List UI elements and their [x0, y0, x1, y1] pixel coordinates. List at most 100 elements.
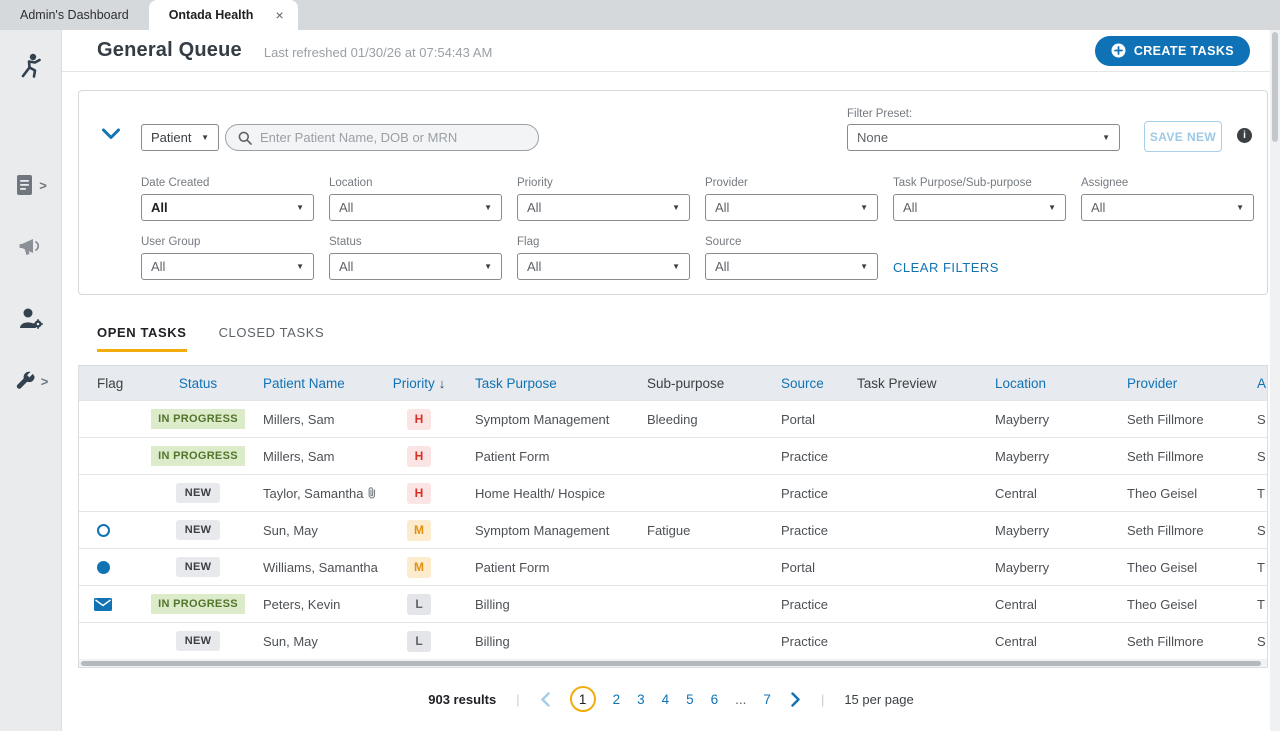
table-row[interactable]: IN PROGRESS Peters, Kevin L Billing Prac…: [79, 585, 1268, 622]
info-icon[interactable]: i: [1237, 128, 1252, 143]
patient-cell: Peters, Kevin: [245, 597, 381, 612]
table-row[interactable]: NEW Williams, Samantha M Patient Form Po…: [79, 548, 1268, 585]
sidebar-item-tools[interactable]: >: [0, 370, 62, 393]
filter-label: Provider: [705, 177, 878, 189]
filter-value: All: [715, 259, 729, 274]
user-group-dropdown[interactable]: All ▼: [141, 253, 314, 280]
priority-cell: L: [381, 631, 457, 652]
caret-down-icon: ▼: [664, 262, 680, 271]
tab-open-tasks[interactable]: OPEN TASKS: [97, 325, 187, 352]
source-dropdown[interactable]: All ▼: [705, 253, 878, 280]
page-button[interactable]: 2: [613, 692, 621, 707]
table-row[interactable]: IN PROGRESS Millers, Sam H Symptom Manag…: [79, 400, 1268, 437]
vertical-scrollbar-thumb[interactable]: [1272, 32, 1278, 142]
next-page-chevron-right-icon[interactable]: [791, 692, 801, 707]
page-list: 1 2 3 4 5 6 ... 7: [570, 686, 771, 712]
priority-badge: H: [407, 483, 431, 504]
col-location[interactable]: Location: [977, 376, 1109, 391]
filter-preset-dropdown[interactable]: None ▼: [847, 124, 1120, 151]
flag-cell: [79, 561, 151, 574]
page-button[interactable]: 5: [686, 692, 694, 707]
location-cell: Central: [977, 634, 1109, 649]
filter-value: All: [339, 259, 353, 274]
date-created-dropdown[interactable]: All ▼: [141, 194, 314, 221]
tab-label: Ontada Health: [169, 8, 254, 22]
flag-open-circle-icon[interactable]: [97, 524, 110, 537]
tab-ontada-health[interactable]: Ontada Health ×: [149, 0, 298, 30]
purpose-cell: Patient Form: [457, 560, 629, 575]
tools-icon: [14, 370, 37, 393]
browser-tabbar: Admin's Dashboard Ontada Health ×: [0, 0, 1280, 30]
priority-badge: M: [407, 557, 431, 578]
col-priority[interactable]: Priority ↓: [381, 376, 457, 391]
status-cell: NEW: [151, 631, 245, 651]
search-type-dropdown[interactable]: Patient ▼: [141, 124, 219, 151]
assignee-cell: T: [1239, 597, 1268, 612]
provider-dropdown[interactable]: All ▼: [705, 194, 878, 221]
page-button[interactable]: 3: [637, 692, 645, 707]
create-tasks-button[interactable]: CREATE TASKS: [1095, 36, 1250, 66]
provider-cell: Theo Geisel: [1109, 597, 1239, 612]
filter-label: Date Created: [141, 177, 314, 189]
flag-dropdown[interactable]: All ▼: [517, 253, 690, 280]
sidebar-item-patient-queue[interactable]: [0, 52, 62, 78]
table-row[interactable]: NEW Sun, May M Symptom Management Fatigu…: [79, 511, 1268, 548]
col-assignee[interactable]: A: [1239, 376, 1268, 391]
patient-search: [225, 124, 539, 151]
page-button[interactable]: 4: [662, 692, 670, 707]
location-cell: Mayberry: [977, 560, 1109, 575]
clear-filters-link[interactable]: CLEAR FILTERS: [893, 260, 999, 275]
provider-cell: Seth Fillmore: [1109, 449, 1239, 464]
save-new-button[interactable]: SAVE NEW: [1144, 121, 1222, 152]
filter-user-group: User Group All ▼: [141, 236, 314, 280]
chevron-right-icon: >: [41, 374, 49, 389]
filter-value: All: [527, 200, 541, 215]
col-patient-name[interactable]: Patient Name: [245, 376, 381, 391]
location-dropdown[interactable]: All ▼: [329, 194, 502, 221]
priority-cell: H: [381, 409, 457, 430]
table-row[interactable]: NEW Sun, May L Billing Practice Central …: [79, 622, 1268, 659]
last-refreshed-text: Last refreshed 01/30/26 at 07:54:43 AM: [264, 45, 492, 60]
patient-cell: Taylor, Samantha: [245, 486, 381, 501]
page-button[interactable]: 7: [763, 692, 771, 707]
patient-search-input[interactable]: [260, 130, 526, 145]
col-status[interactable]: Status: [151, 376, 245, 391]
table-row[interactable]: NEW Taylor, Samantha H Home Health/ Hosp…: [79, 474, 1268, 511]
collapse-filters-chevron-down-icon[interactable]: [101, 127, 121, 145]
vertical-scrollbar[interactable]: [1270, 30, 1280, 731]
flag-filled-circle-icon[interactable]: [97, 561, 110, 574]
horizontal-scrollbar[interactable]: [79, 659, 1267, 667]
page-button[interactable]: 1: [570, 686, 596, 712]
col-provider[interactable]: Provider: [1109, 376, 1239, 391]
source-cell: Practice: [763, 634, 839, 649]
tab-admins-dashboard[interactable]: Admin's Dashboard: [0, 0, 149, 30]
tab-closed-tasks[interactable]: CLOSED TASKS: [219, 325, 325, 352]
status-cell: IN PROGRESS: [151, 446, 245, 466]
col-source[interactable]: Source: [763, 376, 839, 391]
horizontal-scrollbar-thumb[interactable]: [81, 661, 1261, 666]
patient-cell: Williams, Samantha: [245, 560, 381, 575]
sidebar-item-user-management[interactable]: [0, 306, 62, 330]
status-badge: IN PROGRESS: [151, 594, 245, 614]
chevron-right-icon: >: [39, 178, 47, 193]
sidebar-item-documents[interactable]: >: [0, 174, 62, 197]
provider-cell: Seth Fillmore: [1109, 412, 1239, 427]
close-icon[interactable]: ×: [275, 7, 283, 23]
page-button[interactable]: 6: [711, 692, 719, 707]
sidebar-item-announcements[interactable]: [0, 236, 62, 258]
task-purpose-dropdown[interactable]: All ▼: [893, 194, 1066, 221]
previous-page-chevron-left-icon[interactable]: [540, 692, 550, 707]
col-task-purpose[interactable]: Task Purpose: [457, 376, 629, 391]
source-cell: Portal: [763, 560, 839, 575]
table-row[interactable]: IN PROGRESS Millers, Sam H Patient Form …: [79, 437, 1268, 474]
filter-label: Flag: [517, 236, 690, 248]
location-cell: Mayberry: [977, 523, 1109, 538]
purpose-cell: Billing: [457, 634, 629, 649]
page-title: General Queue: [97, 39, 242, 62]
status-dropdown[interactable]: All ▼: [329, 253, 502, 280]
flag-envelope-icon[interactable]: [94, 598, 112, 611]
caret-down-icon: ▼: [476, 203, 492, 212]
priority-dropdown[interactable]: All ▼: [517, 194, 690, 221]
assignee-dropdown[interactable]: All ▼: [1081, 194, 1254, 221]
col-sub-purpose: Sub-purpose: [629, 376, 763, 391]
